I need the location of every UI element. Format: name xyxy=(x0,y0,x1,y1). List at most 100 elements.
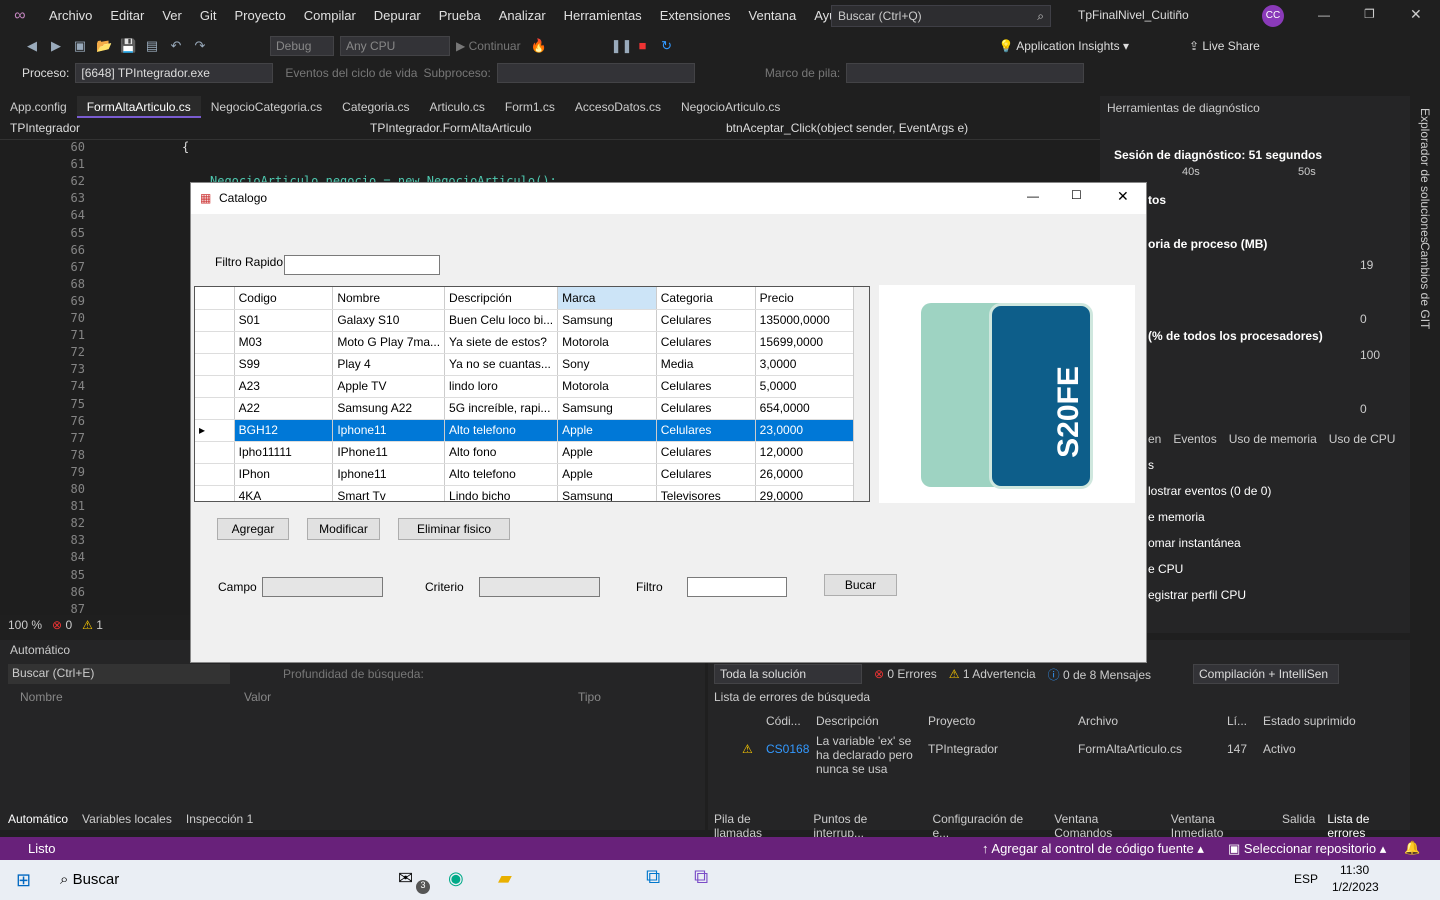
diag-item[interactable]: s xyxy=(1148,458,1271,484)
row-header[interactable] xyxy=(195,485,235,501)
maximize-icon[interactable]: ❐ xyxy=(1364,7,1375,21)
grid-cell[interactable]: Samsung xyxy=(557,485,657,501)
grid-cell[interactable]: Celulares xyxy=(656,397,756,420)
grid-header[interactable]: Precio xyxy=(755,287,856,310)
live-share-button[interactable]: ⇪ Live Share xyxy=(1189,39,1260,53)
row-header[interactable] xyxy=(195,375,235,398)
row-header[interactable] xyxy=(195,463,235,486)
grid-scrollbar[interactable] xyxy=(853,287,869,501)
menu-proyecto[interactable]: Proyecto xyxy=(225,0,294,32)
filter-value-input[interactable] xyxy=(687,577,787,597)
menu-ventana[interactable]: Ventana xyxy=(740,0,806,32)
row-header[interactable]: ▸ xyxy=(195,419,235,442)
grid-cell[interactable]: 3,0000 xyxy=(755,353,856,376)
explorer-icon[interactable]: ▰ xyxy=(498,868,512,889)
maximize-icon[interactable]: ☐ xyxy=(1071,188,1082,202)
quick-filter-input[interactable] xyxy=(284,255,440,275)
menu-prueba[interactable]: Prueba xyxy=(430,0,490,32)
class-nav[interactable]: TPIntegrador.FormAltaArticulo xyxy=(370,121,531,135)
menu-editar[interactable]: Editar xyxy=(101,0,153,32)
grid-cell[interactable]: A22 xyxy=(234,397,334,420)
grid-cell[interactable]: A23 xyxy=(234,375,334,398)
open-icon[interactable]: 📂 xyxy=(96,38,112,54)
grid-cell[interactable]: 5,0000 xyxy=(755,375,856,398)
diag-tab[interactable]: Uso de memoria xyxy=(1229,432,1317,446)
back-icon[interactable]: ◀ xyxy=(24,38,40,54)
grid-cell[interactable]: Celulares xyxy=(656,375,756,398)
articles-grid[interactable]: Codigo Nombre Descripción Marca Categoria Pre… xyxy=(194,286,870,502)
error-column[interactable]: Proyecto xyxy=(928,714,975,728)
row-header[interactable] xyxy=(195,441,235,464)
grid-cell[interactable]: Televisores xyxy=(656,485,756,501)
tab-7[interactable]: NegocioArticulo.cs xyxy=(671,96,790,118)
grid-row[interactable]: ▸ BGH12 Iphone11 Alto telefono Apple Celulare… xyxy=(195,419,856,442)
grid-cell[interactable]: Buen Celu loco bi... xyxy=(444,309,559,332)
forward-icon[interactable]: ▶ xyxy=(48,38,64,54)
diag-tab[interactable]: Uso de CPU xyxy=(1329,432,1396,446)
error-code[interactable]: CS0168 xyxy=(766,742,809,756)
grid-cell[interactable]: Lindo bicho xyxy=(444,485,559,501)
grid-cell[interactable]: Samsung xyxy=(557,309,657,332)
grid-row[interactable]: IPhon Iphone11 Alto telefono Apple Celulares… xyxy=(195,463,856,486)
git-add-button[interactable]: ↑ Agregar al control de código fuente ▴ xyxy=(982,841,1204,857)
visual-studio-icon[interactable]: ⧉ xyxy=(694,866,708,889)
grid-row[interactable]: 4KA Smart Tv Lindo bicho Samsung Televisores… xyxy=(195,485,856,501)
grid-row[interactable]: A23 Apple TV lindo loro Motorola Celulares 5,… xyxy=(195,375,856,398)
row-header[interactable] xyxy=(195,353,235,376)
tab-1[interactable]: FormAltaArticulo.cs xyxy=(76,96,201,118)
tab-2[interactable]: NegocioCategoria.cs xyxy=(201,96,332,118)
continue-button[interactable]: ▶ Continuar xyxy=(456,39,521,53)
grid-row[interactable]: Ipho11111 IPhone11 Alto fono Apple Celulares… xyxy=(195,441,856,464)
error-column[interactable]: Códi... xyxy=(766,714,801,728)
new-project-icon[interactable]: ▣ xyxy=(72,38,88,54)
grid-cell[interactable]: M03 xyxy=(234,331,334,354)
grid-cell[interactable]: IPhone11 xyxy=(332,441,446,464)
hot-reload-icon[interactable]: 🔥 xyxy=(531,38,547,54)
grid-cell[interactable]: 23,0000 xyxy=(755,419,856,442)
diag-item[interactable]: lostrar eventos (0 de 0) xyxy=(1148,484,1271,510)
menu-compilar[interactable]: Compilar xyxy=(295,0,365,32)
error-column[interactable]: Archivo xyxy=(1078,714,1118,728)
grid-cell[interactable]: Sony xyxy=(557,353,657,376)
diag-tab[interactable]: en xyxy=(1148,432,1161,446)
grid-header[interactable]: Descripción xyxy=(444,287,559,310)
platform-select[interactable]: Any CPU xyxy=(340,36,450,56)
output-tab[interactable]: Puntos de interrup... xyxy=(813,812,920,840)
grid-cell[interactable]: 5G increíble, rapi... xyxy=(444,397,559,420)
errors-filter[interactable]: ⊗ 0 Errores xyxy=(874,667,937,681)
output-tab[interactable]: Salida xyxy=(1282,812,1315,840)
grid-cell[interactable]: Galaxy S10 xyxy=(332,309,446,332)
tab-4[interactable]: Articulo.cs xyxy=(420,96,495,118)
solution-explorer-tab[interactable]: Explorador de soluciones xyxy=(1418,108,1432,243)
tab-0[interactable]: App.config xyxy=(0,96,77,118)
diag-tab[interactable]: Eventos xyxy=(1173,432,1216,446)
output-tab[interactable]: Configuración de e... xyxy=(932,812,1042,840)
error-search[interactable]: Lista de errores de búsqueda xyxy=(714,690,870,704)
error-column[interactable]: Lí... xyxy=(1227,714,1247,728)
lang-indicator[interactable]: ESP xyxy=(1294,872,1318,886)
grid-cell[interactable]: 15699,0000 xyxy=(755,331,856,354)
field-select[interactable] xyxy=(262,577,383,597)
output-tab[interactable]: Pila de llamadas xyxy=(714,812,801,840)
tab-3[interactable]: Categoria.cs xyxy=(332,96,419,118)
minimize-icon[interactable]: — xyxy=(1318,8,1330,22)
grid-header[interactable]: Categoria xyxy=(656,287,756,310)
row-header[interactable] xyxy=(195,397,235,420)
mail-app-icon[interactable]: ✉ xyxy=(398,868,413,889)
grid-cell[interactable]: Alto fono xyxy=(444,441,559,464)
grid-cell[interactable]: Ipho11111 xyxy=(234,441,334,464)
process-select[interactable]: [6648] TPIntegrador.exe xyxy=(75,63,274,83)
grid-cell[interactable]: Ya no se cuantas... xyxy=(444,353,559,376)
warnings-filter[interactable]: ⚠ 1 Advertencia xyxy=(949,667,1036,681)
grid-cell[interactable]: Ya siete de estos? xyxy=(444,331,559,354)
menu-analizar[interactable]: Analizar xyxy=(490,0,555,32)
grid-cell[interactable]: Iphone11 xyxy=(332,419,446,442)
grid-cell[interactable]: Apple xyxy=(557,441,657,464)
grid-cell[interactable]: Samsung A22 xyxy=(332,397,446,420)
stackframe-select[interactable] xyxy=(846,63,1085,83)
menu-ver[interactable]: Ver xyxy=(153,0,191,32)
grid-cell[interactable]: Apple xyxy=(557,419,657,442)
repo-select[interactable]: ▣ Seleccionar repositorio ▴ xyxy=(1228,841,1386,857)
grid-cell[interactable]: Celulares xyxy=(656,441,756,464)
diag-item[interactable]: omar instantánea xyxy=(1148,536,1271,562)
